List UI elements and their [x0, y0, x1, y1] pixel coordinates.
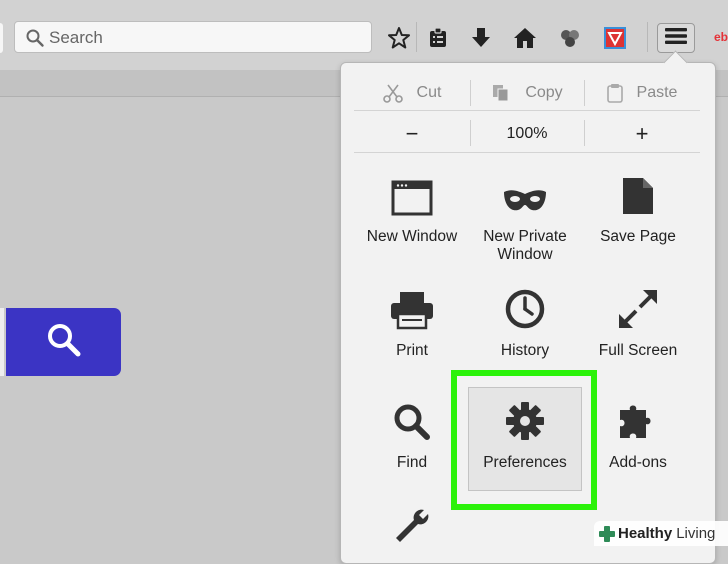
download-icon[interactable]: [467, 24, 495, 52]
history-label: History: [500, 342, 550, 359]
print-button[interactable]: Print: [354, 290, 470, 360]
full-screen-label: Full Screen: [598, 342, 678, 359]
zoom-reset-button[interactable]: 100%: [470, 116, 584, 152]
expand-icon: [580, 290, 696, 330]
toolbar-separator: [416, 22, 417, 52]
add-ons-label: Add-ons: [609, 454, 667, 471]
wrench-icon: [354, 506, 470, 546]
magnifier-icon: [354, 402, 470, 442]
zoom-level: 100%: [506, 125, 548, 142]
clipboard-icon: [606, 83, 623, 103]
page-search-field-edge: [0, 308, 4, 376]
copy-icon: [491, 83, 511, 103]
ebay-bookmark[interactable]: eb: [714, 30, 728, 44]
hamburger-menu-icon: [665, 27, 687, 50]
paste-label: Paste: [636, 84, 678, 101]
clock-icon: [467, 289, 583, 330]
search-icon: [45, 321, 83, 364]
home-icon[interactable]: [511, 24, 539, 52]
new-private-window-label: New Private Window: [483, 228, 567, 263]
puzzle-icon: [580, 402, 696, 442]
preferences-button[interactable]: Preferences: [467, 402, 583, 472]
full-screen-button[interactable]: Full Screen: [580, 290, 696, 360]
watermark-part1: Healthy: [618, 525, 673, 542]
new-window-label: New Window: [366, 228, 458, 245]
toolbar-field-stub: [0, 23, 3, 53]
gear-icon: [467, 402, 583, 442]
watermark: Healthy Living: [594, 521, 728, 546]
zoom-in-button[interactable]: +: [584, 116, 700, 152]
page-icon: [580, 176, 696, 216]
bookmark-star-icon[interactable]: [385, 24, 413, 52]
save-page-label: Save Page: [600, 228, 676, 245]
pdf-extension-icon[interactable]: [601, 24, 629, 52]
zoom-out-button[interactable]: −: [354, 116, 470, 152]
cut-label: Cut: [416, 84, 442, 101]
search-input[interactable]: [47, 26, 361, 50]
cut-button[interactable]: Cut: [354, 76, 470, 110]
ebay-label: eb: [714, 30, 728, 44]
zoom-controls-row: − 100% +: [354, 116, 700, 153]
zoom-out-label: −: [405, 121, 419, 146]
find-button[interactable]: Find: [354, 402, 470, 472]
new-window-button[interactable]: New Window: [354, 176, 470, 246]
find-label: Find: [396, 454, 428, 471]
print-label: Print: [396, 342, 428, 359]
history-button[interactable]: History: [467, 289, 583, 360]
copy-label: Copy: [525, 84, 563, 101]
page-search-button[interactable]: [6, 308, 121, 376]
paste-button[interactable]: Paste: [584, 76, 700, 110]
copy-button[interactable]: Copy: [470, 76, 584, 110]
add-ons-button[interactable]: Add-ons: [580, 402, 696, 472]
toolbar-separator: [647, 22, 648, 52]
printer-icon: [354, 290, 470, 330]
plus-logo-icon: [598, 525, 616, 543]
search-box[interactable]: [14, 21, 372, 53]
pocket-icon[interactable]: [556, 24, 584, 52]
developer-button[interactable]: [354, 506, 470, 546]
watermark-part2: Living: [676, 525, 716, 542]
browser-toolbar: eb: [0, 0, 728, 71]
window-icon: [354, 176, 470, 216]
preferences-label: Preferences: [483, 454, 567, 471]
reading-list-icon[interactable]: [424, 24, 452, 52]
scissors-icon: [382, 83, 403, 103]
edit-controls-row: Cut Copy Paste: [354, 76, 700, 111]
new-private-window-button[interactable]: New Private Window: [467, 176, 583, 264]
save-page-button[interactable]: Save Page: [580, 176, 696, 246]
mask-icon: [467, 176, 583, 216]
search-icon: [25, 28, 45, 53]
hamburger-menu-button[interactable]: [657, 23, 695, 53]
zoom-in-label: +: [635, 121, 649, 146]
